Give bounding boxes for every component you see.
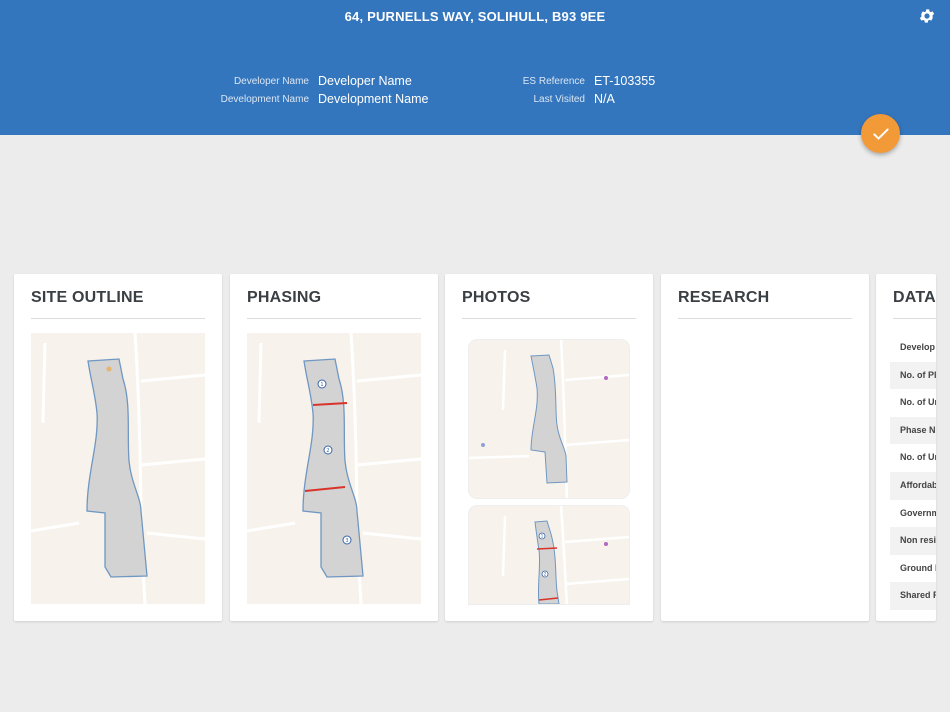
confirm-button[interactable] bbox=[861, 114, 900, 153]
data-row-label: No. of Ur bbox=[900, 452, 936, 463]
divider bbox=[31, 318, 205, 319]
phase-marker: 1 bbox=[541, 534, 544, 539]
checkmark-icon bbox=[872, 127, 889, 140]
last-visited-label: Last Visited bbox=[533, 94, 585, 105]
phase-marker: 3 bbox=[345, 538, 348, 544]
phase-marker: 2 bbox=[544, 572, 547, 577]
last-visited-value: N/A bbox=[594, 92, 615, 106]
photo-thumbnail[interactable] bbox=[469, 340, 629, 498]
card-title: DATA bbox=[893, 289, 936, 306]
card-title: SITE OUTLINE bbox=[31, 289, 144, 306]
developer-name-label: Developer Name bbox=[233, 76, 309, 87]
photos-card[interactable]: PHOTOS 1 2 bbox=[445, 274, 653, 621]
divider bbox=[893, 318, 936, 319]
site-address: 64, PURNELLS WAY, SOLIHULL, B93 9EE bbox=[344, 9, 606, 24]
data-card[interactable]: DATA Develop No. of Pl No. of Ur Phase N… bbox=[876, 274, 936, 621]
site-header: 64, PURNELLS WAY, SOLIHULL, B93 9EE Deve… bbox=[0, 0, 950, 135]
data-rows: Develop No. of Pl No. of Ur Phase N No. … bbox=[890, 334, 936, 610]
site-outline-card[interactable]: SITE OUTLINE bbox=[14, 274, 222, 621]
data-row-label: Non resi bbox=[890, 527, 936, 555]
data-row-label: Shared F bbox=[890, 582, 936, 610]
phasing-map[interactable]: 1 2 3 bbox=[247, 333, 421, 604]
data-row-label: Ground I bbox=[900, 562, 936, 573]
developer-name-value: Developer Name bbox=[318, 74, 412, 88]
data-row-label: Governm bbox=[900, 507, 936, 518]
divider bbox=[462, 318, 636, 319]
data-row-label: Develop bbox=[900, 342, 936, 352]
phase-marker: 2 bbox=[326, 448, 329, 454]
divider bbox=[678, 318, 852, 319]
data-row-label: No. of Pl bbox=[890, 361, 936, 390]
data-row-label: No. of Ur bbox=[900, 397, 936, 408]
site-outline-map[interactable] bbox=[31, 333, 205, 604]
data-row-label: Affordab bbox=[890, 471, 936, 500]
card-title: PHOTOS bbox=[462, 289, 531, 306]
card-title: RESEARCH bbox=[678, 289, 770, 306]
divider bbox=[247, 318, 421, 319]
phase-marker: 1 bbox=[320, 382, 323, 388]
data-row-label: Phase N bbox=[890, 416, 936, 445]
development-name-value: Development Name bbox=[318, 92, 429, 106]
development-name-label: Development Name bbox=[220, 94, 309, 105]
card-title: PHASING bbox=[247, 289, 322, 306]
photo-thumbnail[interactable]: 1 2 bbox=[469, 506, 629, 604]
es-reference-value: ET-103355 bbox=[594, 74, 656, 88]
phasing-card[interactable]: PHASING 1 2 3 bbox=[230, 274, 438, 621]
gear-icon[interactable] bbox=[918, 7, 936, 25]
research-card[interactable]: RESEARCH bbox=[661, 274, 869, 621]
es-reference-label: ES Reference bbox=[522, 76, 585, 87]
